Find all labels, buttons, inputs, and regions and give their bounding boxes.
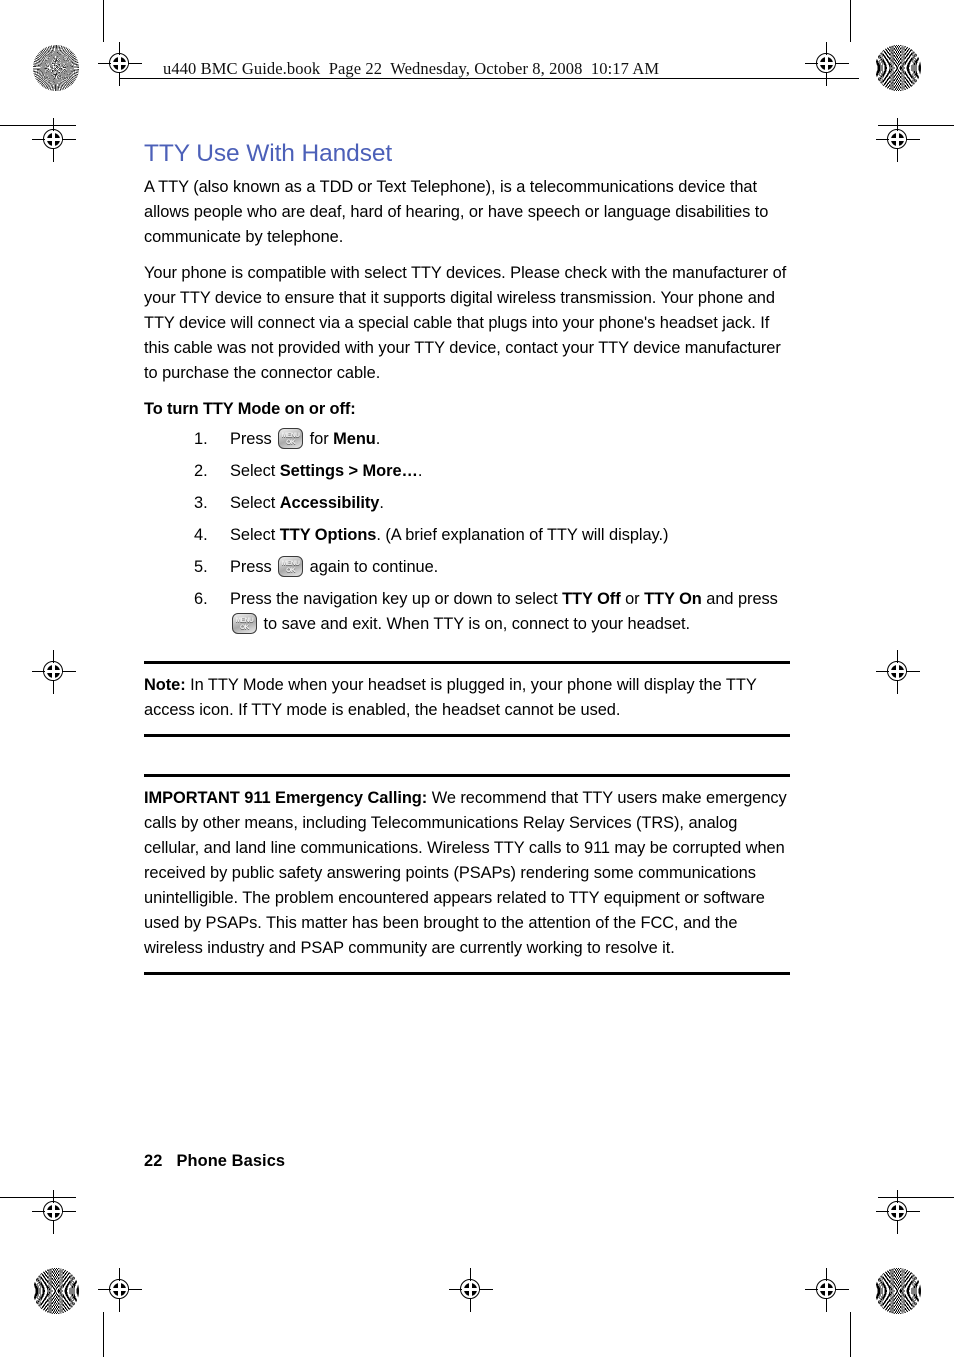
key-label-ok: OK xyxy=(286,439,296,447)
important-paragraph: IMPORTANT 911 Emergency Calling: We reco… xyxy=(144,786,790,961)
trim-line-right-horizontal-upper xyxy=(878,125,954,126)
important-label: IMPORTANT 911 Emergency Calling: xyxy=(144,789,428,808)
step-text-pre: Press xyxy=(230,558,277,577)
intro-paragraph-2: Your phone is compatible with select TTY… xyxy=(144,264,787,383)
list-item: 1. Press MENU OK for Menu. xyxy=(144,427,790,452)
key-label-ok: OK xyxy=(239,624,250,632)
step-emphasis-tty-off: TTY Off xyxy=(562,590,621,609)
step-emphasis: Menu xyxy=(333,430,376,449)
step-text-mid: for xyxy=(305,430,334,449)
step-text-mid: again to continue. xyxy=(305,558,439,577)
trim-line-right-horizontal-lower xyxy=(878,1197,954,1198)
trim-line-left-horizontal-upper xyxy=(0,125,76,126)
registration-mark-bottom-center xyxy=(449,1268,493,1312)
halftone-moire-bottom-right xyxy=(875,1268,921,1314)
registration-mark-right-middle xyxy=(876,650,920,694)
step-text-post: to save and exit. When TTY is on, connec… xyxy=(259,615,691,634)
step-number: 1. xyxy=(194,430,208,449)
intro-paragraph-1: A TTY (also known as a TDD or Text Telep… xyxy=(144,178,769,247)
halftone-moire-bottom-left xyxy=(33,1268,79,1314)
step-number: 4. xyxy=(194,526,208,545)
list-item: 5. Press MENU OK again to continue. xyxy=(144,555,790,580)
footer-page-number: 22 xyxy=(144,1152,163,1170)
key-label-ok: OK xyxy=(286,567,296,575)
important-text: We recommend that TTY users make emergen… xyxy=(144,789,787,958)
step-emphasis-tty-on: TTY On xyxy=(644,590,702,609)
list-item: 4. Select TTY Options. (A brief explanati… xyxy=(144,523,790,548)
step-text-pre: Press xyxy=(230,430,277,449)
page-canvas: u440 BMC Guide.book Page 22 Wednesday, O… xyxy=(0,0,954,1357)
page-footer: 22 Phone Basics xyxy=(144,1152,285,1171)
important-callout: IMPORTANT 911 Emergency Calling: We reco… xyxy=(144,774,790,976)
step-text-pre: Select xyxy=(230,462,280,481)
trim-line-left-horizontal-lower xyxy=(0,1197,76,1198)
step-text-pre: Press the navigation key up or down to s… xyxy=(230,590,563,609)
menu-ok-key-icon: MENU OK xyxy=(232,613,257,635)
step-emphasis: TTY Options xyxy=(279,526,377,545)
step-text-post: . (A brief explanation of TTY will displ… xyxy=(376,526,669,545)
step-text-post: . xyxy=(417,462,423,481)
note-label: Note: xyxy=(144,676,186,695)
page-content: TTY Use With Handset A TTY (also known a… xyxy=(144,140,790,976)
trim-line-bottom-vertical-left xyxy=(103,1312,104,1357)
book-header-line: u440 BMC Guide.book Page 22 Wednesday, O… xyxy=(163,59,660,78)
halftone-starburst-top-left xyxy=(33,45,79,91)
step-number: 2. xyxy=(194,462,208,481)
menu-ok-key-icon: MENU OK xyxy=(278,556,304,578)
registration-mark-left-middle xyxy=(32,650,76,694)
list-item: 2. Select Settings > More…. xyxy=(144,459,790,484)
page-title: TTY Use With Handset xyxy=(144,140,393,167)
note-callout: Note: In TTY Mode when your headset is p… xyxy=(144,661,790,738)
registration-mark-top-left xyxy=(98,42,142,86)
menu-ok-key-icon: MENU OK xyxy=(278,428,304,450)
step-emphasis: Settings > More… xyxy=(279,462,418,481)
trim-line-top-vertical-left xyxy=(103,0,104,42)
list-item: 3. Select Accessibility. xyxy=(144,491,790,516)
halftone-moire-top-right xyxy=(875,45,921,91)
footer-chapter-name: Phone Basics xyxy=(176,1152,286,1170)
registration-mark-bottom-left xyxy=(98,1268,142,1312)
step-text-pre: Select xyxy=(230,494,280,513)
step-number: 5. xyxy=(194,558,208,577)
step-text-conj: or xyxy=(620,590,645,609)
list-item: 6. Press the navigation key up or down to… xyxy=(144,587,790,637)
step-text-post: . xyxy=(375,430,381,449)
procedure-heading: To turn TTY Mode on or off: xyxy=(144,400,356,419)
step-text-post: . xyxy=(379,494,384,513)
registration-mark-bottom-right xyxy=(805,1268,849,1312)
step-text-mid: and press xyxy=(701,590,778,609)
trim-line-bottom-vertical-right xyxy=(850,1312,851,1357)
note-text: In TTY Mode when your headset is plugged… xyxy=(144,676,757,720)
trim-line-top-vertical-right xyxy=(850,0,851,42)
step-number: 6. xyxy=(194,590,208,609)
note-paragraph: Note: In TTY Mode when your headset is p… xyxy=(144,673,790,723)
step-text-pre: Select xyxy=(230,526,280,545)
procedure-steps: 1. Press MENU OK for Menu. 2. Select Settin… xyxy=(144,427,790,637)
registration-mark-top-right xyxy=(805,42,849,86)
step-emphasis: Accessibility xyxy=(279,494,380,513)
step-number: 3. xyxy=(194,494,208,513)
